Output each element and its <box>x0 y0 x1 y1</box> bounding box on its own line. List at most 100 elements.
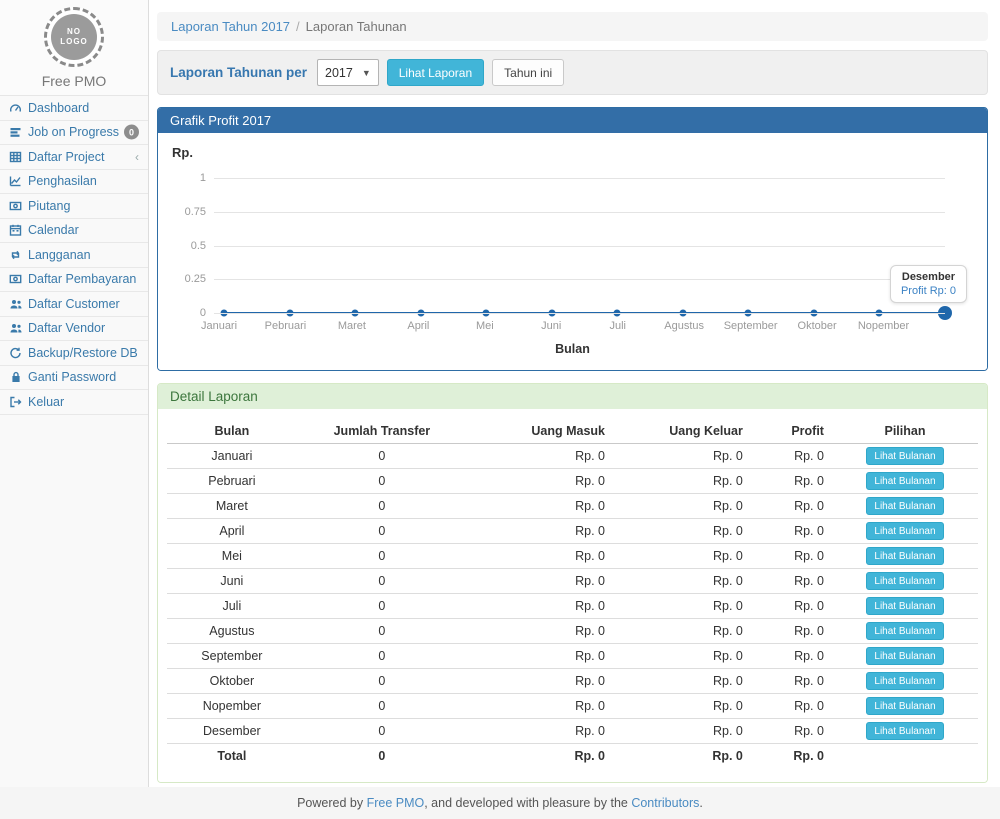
y-tick-label: 0.75 <box>185 206 206 218</box>
gridline <box>214 178 945 179</box>
sidebar-item-langganan[interactable]: Langganan <box>0 243 148 268</box>
x-axis-labels: JanuariPebruariMaretAprilMeiJuniJuliAgus… <box>214 320 945 333</box>
cell-profit: Rp. 0 <box>751 444 832 469</box>
cell-bulan: April <box>167 519 297 544</box>
column-header-pilihan: Pilihan <box>832 419 978 444</box>
free-pmo-link[interactable]: Free PMO <box>367 796 425 810</box>
cell-bulan: Juni <box>167 569 297 594</box>
cell-profit: Rp. 0 <box>751 719 832 744</box>
cell-pilihan: Lihat Bulanan <box>832 494 978 519</box>
table-row-oktober: Oktober0Rp. 0Rp. 0Rp. 0Lihat Bulanan <box>167 669 978 694</box>
table-row-april: April0Rp. 0Rp. 0Rp. 0Lihat Bulanan <box>167 519 978 544</box>
lihat-bulanan-button-september[interactable]: Lihat Bulanan <box>866 647 943 665</box>
cell-profit: Rp. 0 <box>751 669 832 694</box>
lihat-bulanan-button-april[interactable]: Lihat Bulanan <box>866 522 943 540</box>
plot-area: Desember Profit Rp: 0 10.750.50.250 <box>214 178 945 313</box>
cell-profit: Rp. 0 <box>751 744 832 768</box>
sidebar-item-label: Job on Progress <box>28 125 119 139</box>
sidebar-item-calendar[interactable]: Calendar <box>0 219 148 244</box>
cell-jumlah_transfer: 0 <box>297 569 467 594</box>
cell-uang_keluar: Rp. 0 <box>613 494 751 519</box>
lihat-bulanan-button-maret[interactable]: Lihat Bulanan <box>866 497 943 515</box>
column-header-uang-keluar: Uang Keluar <box>613 419 751 444</box>
table-row-nopember: Nopember0Rp. 0Rp. 0Rp. 0Lihat Bulanan <box>167 694 978 719</box>
dashboard-icon <box>8 101 23 114</box>
lihat-bulanan-button-agustus[interactable]: Lihat Bulanan <box>866 622 943 640</box>
contributors-link[interactable]: Contributors <box>631 796 699 810</box>
y-tick-label: 0.25 <box>185 273 206 285</box>
cell-uang_masuk: Rp. 0 <box>467 569 613 594</box>
lihat-bulanan-button-mei[interactable]: Lihat Bulanan <box>866 547 943 565</box>
logo-text-line1: NO <box>67 27 81 37</box>
x-tick-label: Juli <box>599 320 626 332</box>
cell-uang_masuk: Rp. 0 <box>467 444 613 469</box>
tooltip-title: Desember <box>901 271 956 283</box>
cell-pilihan: Lihat Bulanan <box>832 544 978 569</box>
money-icon <box>8 199 23 212</box>
breadcrumb-link-laporan-tahun[interactable]: Laporan Tahun 2017 <box>171 19 290 34</box>
footer-prefix: Powered by <box>297 796 366 810</box>
cell-uang_keluar: Rp. 0 <box>613 594 751 619</box>
cell-bulan: Pebruari <box>167 469 297 494</box>
gridline <box>214 313 945 314</box>
sidebar-item-piutang[interactable]: Piutang <box>0 194 148 219</box>
sidebar-item-keluar[interactable]: Keluar <box>0 390 148 415</box>
lihat-bulanan-button-juni[interactable]: Lihat Bulanan <box>866 572 943 590</box>
cell-uang_masuk: Rp. 0 <box>467 694 613 719</box>
cell-bulan: Nopember <box>167 694 297 719</box>
tahun-ini-button[interactable]: Tahun ini <box>492 59 564 86</box>
cell-jumlah_transfer: 0 <box>297 719 467 744</box>
chart-panel-title: Grafik Profit 2017 <box>158 108 987 133</box>
cell-bulan: Januari <box>167 444 297 469</box>
cell-jumlah_transfer: 0 <box>297 519 467 544</box>
users-icon <box>8 297 23 310</box>
sidebar-item-backup-restore-db[interactable]: Backup/Restore DB <box>0 341 148 366</box>
sidebar-item-dashboard[interactable]: Dashboard <box>0 96 148 121</box>
cell-jumlah_transfer: 0 <box>297 669 467 694</box>
sidebar-item-label: Penghasilan <box>28 174 97 188</box>
column-header-profit: Profit <box>751 419 832 444</box>
table-row-mei: Mei0Rp. 0Rp. 0Rp. 0Lihat Bulanan <box>167 544 978 569</box>
lihat-bulanan-button-desember[interactable]: Lihat Bulanan <box>866 722 943 740</box>
y-tick-label: 0 <box>200 307 206 319</box>
x-tick-label: Agustus <box>654 320 704 332</box>
sidebar-item-daftar-customer[interactable]: Daftar Customer <box>0 292 148 317</box>
sidebar-item-ganti-password[interactable]: Ganti Password <box>0 366 148 391</box>
sidebar-item-daftar-vendor[interactable]: Daftar Vendor <box>0 317 148 342</box>
year-select[interactable]: 2017 ▼ <box>317 59 379 86</box>
x-tick-label: September <box>714 320 778 332</box>
refresh-icon <box>8 346 23 359</box>
chart-tooltip: Desember Profit Rp: 0 <box>890 265 967 303</box>
lihat-laporan-button[interactable]: Lihat Laporan <box>387 59 484 86</box>
table-row-september: September0Rp. 0Rp. 0Rp. 0Lihat Bulanan <box>167 644 978 669</box>
cell-uang_keluar: Rp. 0 <box>613 444 751 469</box>
lihat-bulanan-button-pebruari[interactable]: Lihat Bulanan <box>866 472 943 490</box>
cell-uang_masuk: Rp. 0 <box>467 744 613 768</box>
cell-pilihan: Lihat Bulanan <box>832 669 978 694</box>
users-icon <box>8 322 23 335</box>
sidebar-item-daftar-project[interactable]: Daftar Project‹ <box>0 145 148 170</box>
cell-uang_masuk: Rp. 0 <box>467 469 613 494</box>
table-row-desember: Desember0Rp. 0Rp. 0Rp. 0Lihat Bulanan <box>167 719 978 744</box>
gridline <box>214 246 945 247</box>
chevron-left-icon: ‹ <box>135 150 139 164</box>
sidebar-item-penghasilan[interactable]: Penghasilan <box>0 170 148 195</box>
lihat-bulanan-button-nopember[interactable]: Lihat Bulanan <box>866 697 943 715</box>
lihat-bulanan-button-juli[interactable]: Lihat Bulanan <box>866 597 943 615</box>
sidebar-item-daftar-pembayaran[interactable]: Daftar Pembayaran <box>0 268 148 293</box>
x-tick-label: Januari <box>191 320 237 332</box>
table-row-januari: Januari0Rp. 0Rp. 0Rp. 0Lihat Bulanan <box>167 444 978 469</box>
sidebar-item-job-on-progress[interactable]: Job on Progress0 <box>0 121 148 146</box>
cell-jumlah_transfer: 0 <box>297 619 467 644</box>
breadcrumb: Laporan Tahun 2017/Laporan Tahunan <box>157 12 988 41</box>
cell-bulan: Desember <box>167 719 297 744</box>
cell-uang_keluar: Rp. 0 <box>613 544 751 569</box>
cell-bulan: Juli <box>167 594 297 619</box>
x-tick-label: Juni <box>531 320 561 332</box>
lihat-bulanan-button-januari[interactable]: Lihat Bulanan <box>866 447 943 465</box>
footer-suffix: . <box>699 796 702 810</box>
cell-pilihan: Lihat Bulanan <box>832 569 978 594</box>
x-tick-label: Maret <box>328 320 366 332</box>
line-chart-icon <box>8 175 23 188</box>
lihat-bulanan-button-oktober[interactable]: Lihat Bulanan <box>866 672 943 690</box>
